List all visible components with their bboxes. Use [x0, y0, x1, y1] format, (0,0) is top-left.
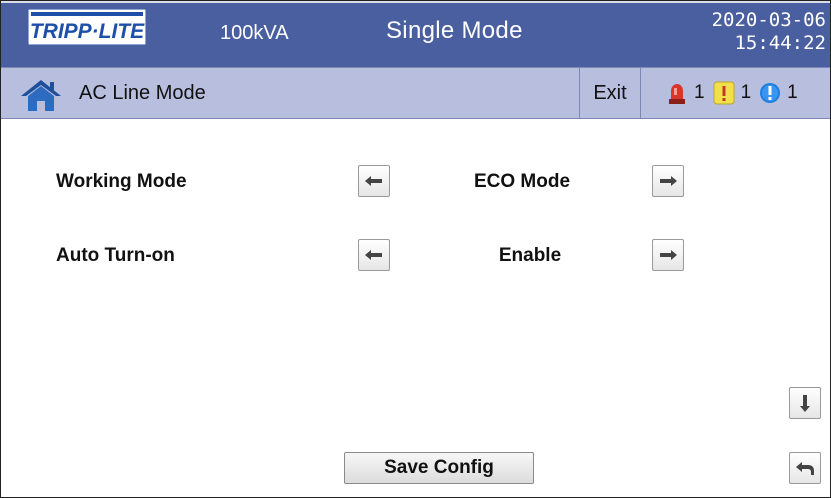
auto-turn-on-next-button[interactable]	[652, 239, 684, 271]
date-text: 2020-03-06	[711, 9, 826, 31]
yellow-warning-icon	[713, 81, 735, 105]
working-mode-label: Working Mode	[56, 171, 187, 192]
page-title: AC Line Mode	[79, 82, 206, 104]
arrow-left-icon	[365, 250, 382, 260]
time-text: 15:44:22	[734, 32, 826, 54]
auto-turn-on-prev-button[interactable]	[358, 239, 390, 271]
svg-text:TRIPP·LITE: TRIPP·LITE	[30, 20, 145, 43]
save-config-button[interactable]: Save Config	[344, 452, 534, 484]
ups-screen: TRIPP·LITE 100kVA Single Mode 2020-03-06…	[0, 0, 831, 498]
working-mode-prev-button[interactable]	[358, 165, 390, 197]
alarm-summary[interactable]: 1 1 1	[666, 80, 806, 106]
home-icon[interactable]	[19, 78, 63, 112]
working-mode-next-button[interactable]	[652, 165, 684, 197]
back-arrow-icon	[796, 462, 814, 475]
warning-count: 1	[740, 82, 752, 103]
arrow-right-icon	[660, 250, 677, 260]
exit-button[interactable]: Exit	[579, 68, 641, 118]
arrow-right-icon	[660, 176, 677, 186]
top-status-bar: TRIPP·LITE 100kVA Single Mode 2020-03-06…	[1, 1, 830, 67]
blue-info-icon	[760, 83, 781, 103]
back-button[interactable]	[789, 452, 821, 484]
tripp-lite-logo: TRIPP·LITE	[28, 9, 146, 45]
auto-turn-on-label: Auto Turn-on	[56, 245, 175, 266]
red-beacon-icon	[669, 84, 685, 104]
screen-title-bar: AC Line Mode Exit 1 1 1	[1, 67, 830, 119]
system-mode: Single Mode	[386, 17, 523, 44]
arrow-down-icon	[800, 395, 810, 412]
arrow-left-icon	[365, 176, 382, 186]
info-count: 1	[787, 82, 798, 103]
datetime-display: 2020-03-06 15:44:22	[712, 9, 826, 55]
working-mode-value: ECO Mode	[473, 171, 571, 192]
scroll-down-button[interactable]	[789, 387, 821, 419]
ups-rating: 100kVA	[220, 22, 289, 44]
critical-alarm-count: 1	[694, 82, 705, 103]
auto-turn-on-value: Enable	[498, 245, 562, 266]
